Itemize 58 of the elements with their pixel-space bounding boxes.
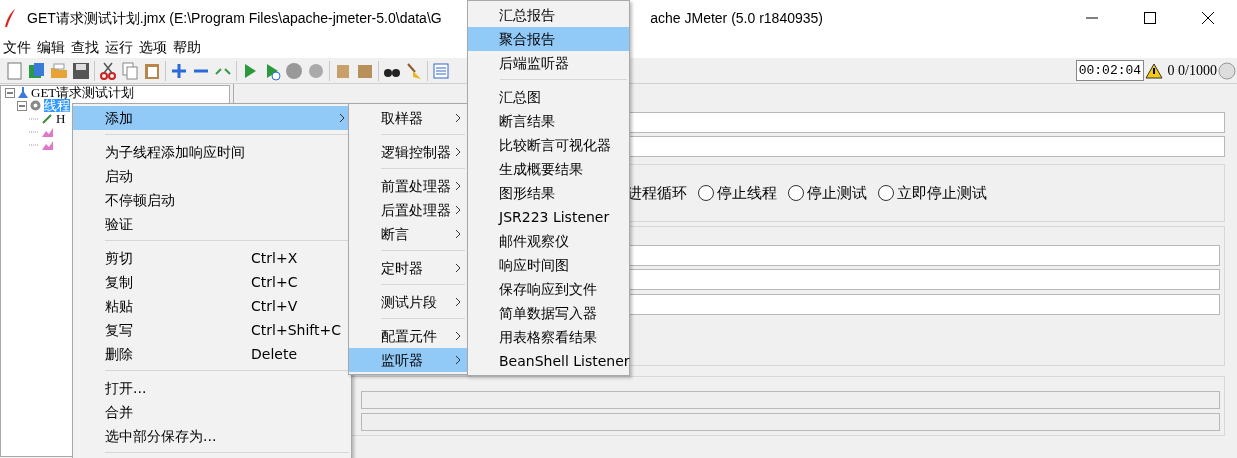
menu-item[interactable]: 启动 [73,164,351,188]
menu-item[interactable]: 断言 [349,222,467,246]
menu-item[interactable]: 比较断言可视化器 [468,133,629,157]
menu-item[interactable]: JSR223 Listener [468,205,629,229]
menu-item[interactable]: 后置处理器 [349,198,467,222]
menu-item[interactable]: 监听器 [349,348,467,372]
menu-item[interactable]: 响应时间图 [468,253,629,277]
error-count: 0 [1167,62,1175,80]
menu-item[interactable]: 逻辑控制器 [349,140,467,164]
menu-bar-item[interactable]: 文件 [0,36,34,58]
menu-item[interactable]: 添加 [73,106,351,130]
menu-item[interactable]: 取样器 [349,106,467,130]
window-title: GET请求测试计划.jmx (E:\Program Files\apache-jmeter-5.0\data\G [27,8,442,28]
menu-item[interactable]: 保存响应到文件 [468,277,629,301]
menu-item[interactable]: 不停顿启动 [73,188,351,212]
menu-bar-item[interactable]: 选项 [136,36,170,58]
thread-count: 0/1000 [1178,62,1217,80]
menu-item[interactable]: 汇总图 [468,85,629,109]
menu-item[interactable]: 复写 Ctrl+Shift+C [73,318,351,342]
menu-item[interactable]: 定时器 [349,256,467,280]
menu-item[interactable]: 图形结果 [468,181,629,205]
menu-item[interactable]: 后端监听器 [468,51,629,75]
menu-item[interactable]: 配置元件 [349,324,467,348]
shortcut-text: Ctrl+C [251,273,298,292]
radio-label: 停止测试 [807,183,867,203]
shortcut-text: Ctrl+X [251,249,298,268]
tree-item[interactable]: GET请求测试计划 [31,86,135,99]
menu-item[interactable]: 粘贴 Ctrl+V [73,294,351,318]
menu-item[interactable]: BeanShell Listener [468,349,629,373]
menu-bar-item[interactable]: 查找 [68,36,102,58]
menu-item[interactable]: 用表格察看结果 [468,325,629,349]
menu-item[interactable]: 删除 Delete [73,342,351,366]
menu-bar-item[interactable]: 帮助 [170,36,204,58]
menu-item[interactable]: 为子线程添加响应时间 [73,140,351,164]
menu-item[interactable]: 简单数据写入器 [468,301,629,325]
menu-item[interactable]: 复制 Ctrl+C [73,270,351,294]
menu-item[interactable]: 汇总报告 [468,3,629,27]
tree-item[interactable]: H [56,112,66,125]
menu-item[interactable]: 剪切 Ctrl+X [73,246,351,270]
menu-item[interactable]: 生成概要结果 [468,157,629,181]
shortcut-text: Ctrl+Shift+C [251,321,341,340]
window-title: ache JMeter (5.0 r1840935) [650,8,823,28]
menu-item[interactable]: 断言结果 [468,109,629,133]
shortcut-text: Ctrl+V [251,297,298,316]
menu-item[interactable]: 验证 [73,212,351,236]
menu-bar-item[interactable]: 编辑 [34,36,68,58]
menu-item[interactable]: 选中部分保存为... [73,424,351,448]
radio-label: 停止线程 [717,183,777,203]
menu-item[interactable]: 测试片段 [349,290,467,314]
menu-item[interactable]: 合并 [73,400,351,424]
menu-item[interactable]: 打开... [73,376,351,400]
radio-label: 立即停止测试 [897,183,987,203]
menu-bar-item[interactable]: 运行 [102,36,136,58]
elapsed-time: 00:02:04 [1075,59,1145,82]
menu-item[interactable]: 前置处理器 [349,174,467,198]
menu-item[interactable]: 聚合报告 [468,27,629,51]
menu-item[interactable]: 邮件观察仪 [468,229,629,253]
shortcut-text: Delete [251,345,297,364]
